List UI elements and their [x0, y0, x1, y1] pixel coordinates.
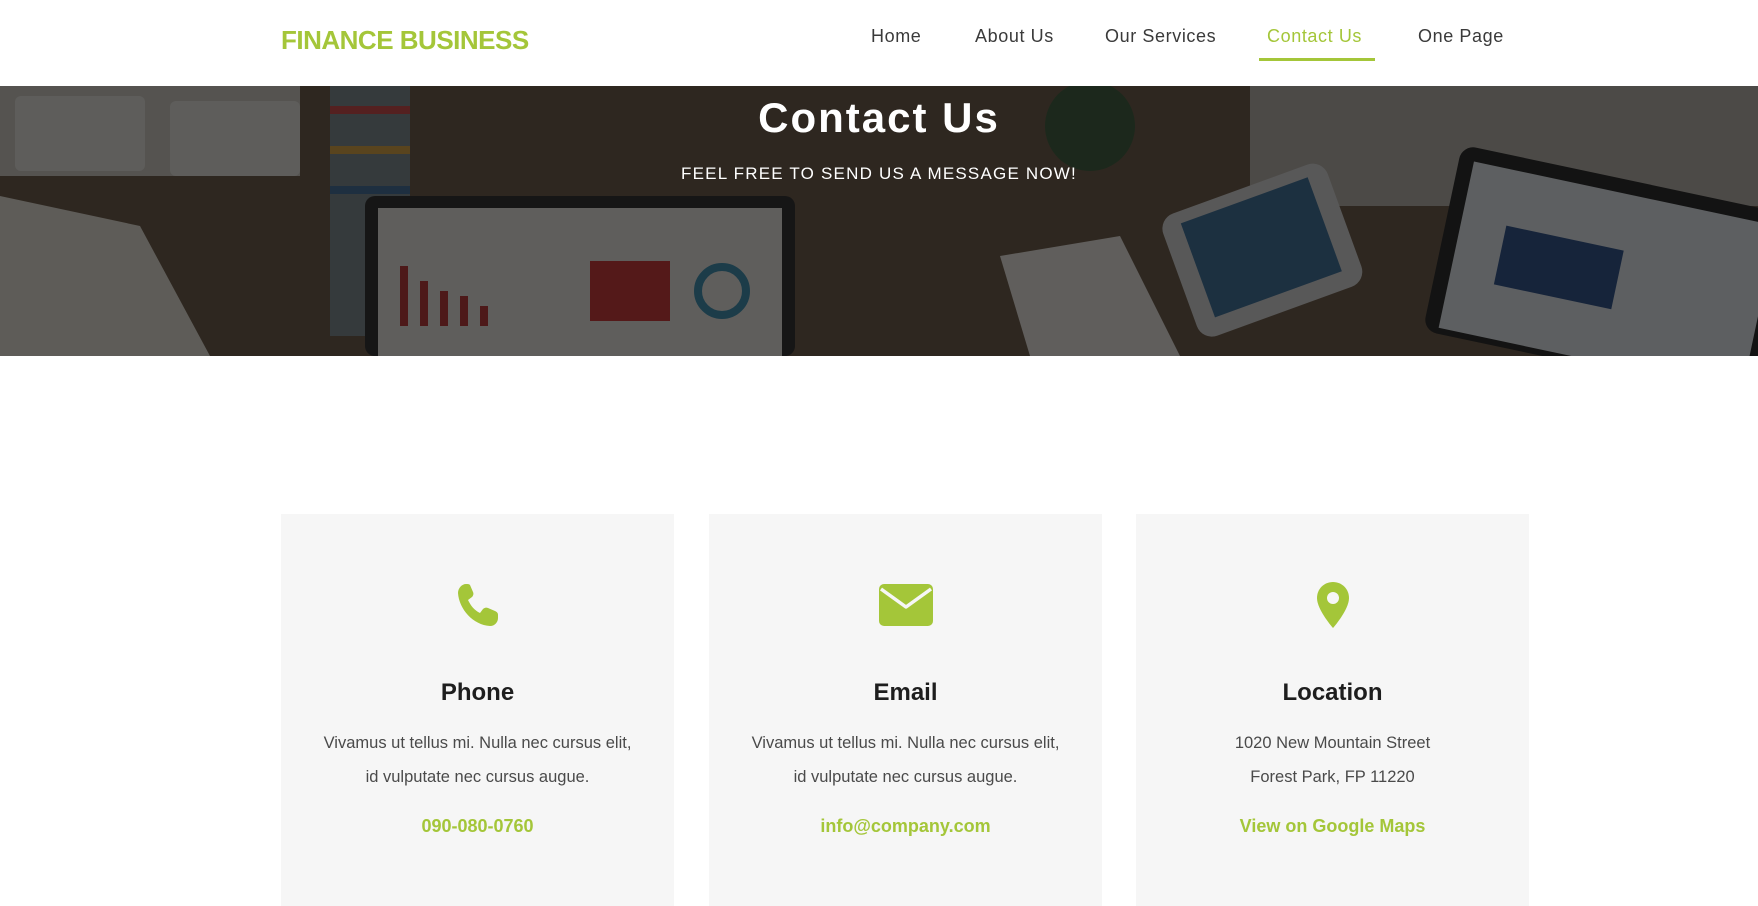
page-subtitle: FEEL FREE TO SEND US A MESSAGE NOW! — [681, 164, 1077, 183]
map-marker-icon — [1136, 580, 1529, 630]
card-text-line: id vulputate nec cursus augue. — [793, 768, 1018, 786]
contact-card-phone: Phone Vivamus ut tellus mi. Nulla nec cu… — [281, 514, 674, 906]
nav-item-our-services[interactable]: Our Services — [1105, 26, 1216, 47]
card-title: Email — [873, 679, 938, 706]
nav-item-about-us[interactable]: About Us — [975, 26, 1054, 47]
nav-item-contact-us[interactable]: Contact Us — [1267, 26, 1362, 47]
nav-item-one-page[interactable]: One Page — [1418, 26, 1504, 47]
card-text-line: id vulputate nec cursus augue. — [365, 768, 590, 786]
nav-item-home[interactable]: Home — [871, 26, 921, 47]
card-text-line: Vivamus ut tellus mi. Nulla nec cursus e… — [751, 734, 1060, 752]
card-description: Vivamus ut tellus mi. Nulla nec cursus e… — [729, 726, 1082, 794]
card-text-line: Forest Park, FP 11220 — [1250, 768, 1415, 786]
active-nav-indicator — [1259, 58, 1375, 61]
card-description: Vivamus ut tellus mi. Nulla nec cursus e… — [301, 726, 654, 794]
card-title: Location — [1282, 679, 1383, 706]
page-hero: Contact Us FEEL FREE TO SEND US A MESSAG… — [0, 86, 1758, 356]
card-text-line: Vivamus ut tellus mi. Nulla nec cursus e… — [323, 734, 632, 752]
envelope-icon — [709, 580, 1102, 630]
phone-link[interactable]: 090-080-0760 — [281, 816, 674, 837]
main-nav: Home About Us Our Services Contact Us On… — [0, 0, 1758, 86]
phone-icon — [281, 580, 674, 630]
google-maps-link[interactable]: View on Google Maps — [1136, 816, 1529, 837]
contact-card-email: Email Vivamus ut tellus mi. Nulla nec cu… — [709, 514, 1102, 906]
card-title: Phone — [440, 679, 515, 706]
card-description: 1020 New Mountain Street Forest Park, FP… — [1156, 726, 1509, 794]
email-link[interactable]: info@company.com — [709, 816, 1102, 837]
contact-card-location: Location 1020 New Mountain Street Forest… — [1136, 514, 1529, 906]
page-title: Contact Us — [758, 94, 1000, 141]
site-header: FINANCE BUSINESS Home About Us Our Servi… — [0, 0, 1758, 86]
card-text-line: 1020 New Mountain Street — [1234, 734, 1431, 752]
